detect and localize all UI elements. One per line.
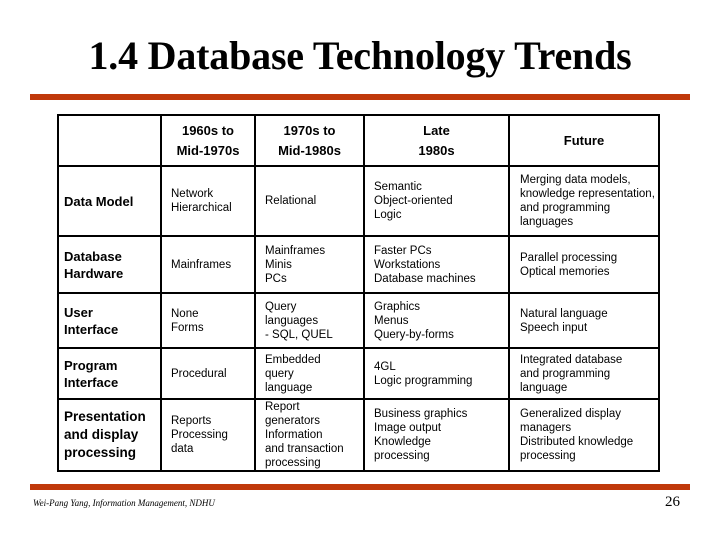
row-header-user-interface: User Interface: [57, 292, 162, 349]
table-cell: Mainframes: [160, 235, 256, 294]
table-cell: Reports Processing data: [160, 398, 256, 472]
table-row: User Interface None Forms Query language…: [57, 292, 660, 349]
table-cell: Business graphics Image output Knowledge…: [363, 398, 510, 472]
bottom-divider: [30, 484, 690, 490]
top-divider: [30, 94, 690, 100]
header-empty-cell: [57, 114, 162, 167]
table-cell: Graphics Menus Query-by-forms: [363, 292, 510, 349]
column-header-1970s: 1970s to Mid-1980s: [254, 114, 365, 167]
table-cell: Semantic Object-oriented Logic: [363, 165, 510, 237]
table-cell: 4GL Logic programming: [363, 347, 510, 400]
table-cell: None Forms: [160, 292, 256, 349]
table-cell: Procedural: [160, 347, 256, 400]
table-header-row: 1960s to Mid-1970s 1970s to Mid-1980s La…: [57, 114, 660, 167]
table-row: Database Hardware Mainframes Mainframes …: [57, 235, 660, 294]
row-header-presentation: Presentation and display processing: [57, 398, 162, 472]
slide-title: 1.4 Database Technology Trends: [88, 33, 632, 78]
row-header-data-model: Data Model: [57, 165, 162, 237]
page-number: 26: [665, 494, 680, 510]
table-cell: Network Hierarchical: [160, 165, 256, 237]
table-cell: Report generators Information and transa…: [254, 398, 365, 472]
table-cell: Natural language Speech input: [508, 292, 660, 349]
footer-author: Wei-Pang Yang, Information Management, N…: [33, 498, 215, 508]
table-cell: Embedded query language: [254, 347, 365, 400]
table-cell: Relational: [254, 165, 365, 237]
column-header-late-1980s: Late 1980s: [363, 114, 510, 167]
column-header-future: Future: [508, 114, 660, 167]
table-row: Program Interface Procedural Embedded qu…: [57, 347, 660, 400]
table-cell: Generalized display managers Distributed…: [508, 398, 660, 472]
table-row: Presentation and display processing Repo…: [57, 398, 660, 472]
table-cell: Mainframes Minis PCs: [254, 235, 365, 294]
column-header-1960s: 1960s to Mid-1970s: [160, 114, 256, 167]
row-header-database-hardware: Database Hardware: [57, 235, 162, 294]
table-cell: Faster PCs Workstations Database machine…: [363, 235, 510, 294]
row-header-program-interface: Program Interface: [57, 347, 162, 400]
trends-table: 1960s to Mid-1970s 1970s to Mid-1980s La…: [57, 114, 660, 472]
table-row: Data Model Network Hierarchical Relation…: [57, 165, 660, 237]
table-cell: Integrated database and programming lang…: [508, 347, 660, 400]
table-cell: Merging data models, knowledge represent…: [508, 165, 660, 237]
table-cell: Query languages - SQL, QUEL: [254, 292, 365, 349]
table-cell: Parallel processing Optical memories: [508, 235, 660, 294]
